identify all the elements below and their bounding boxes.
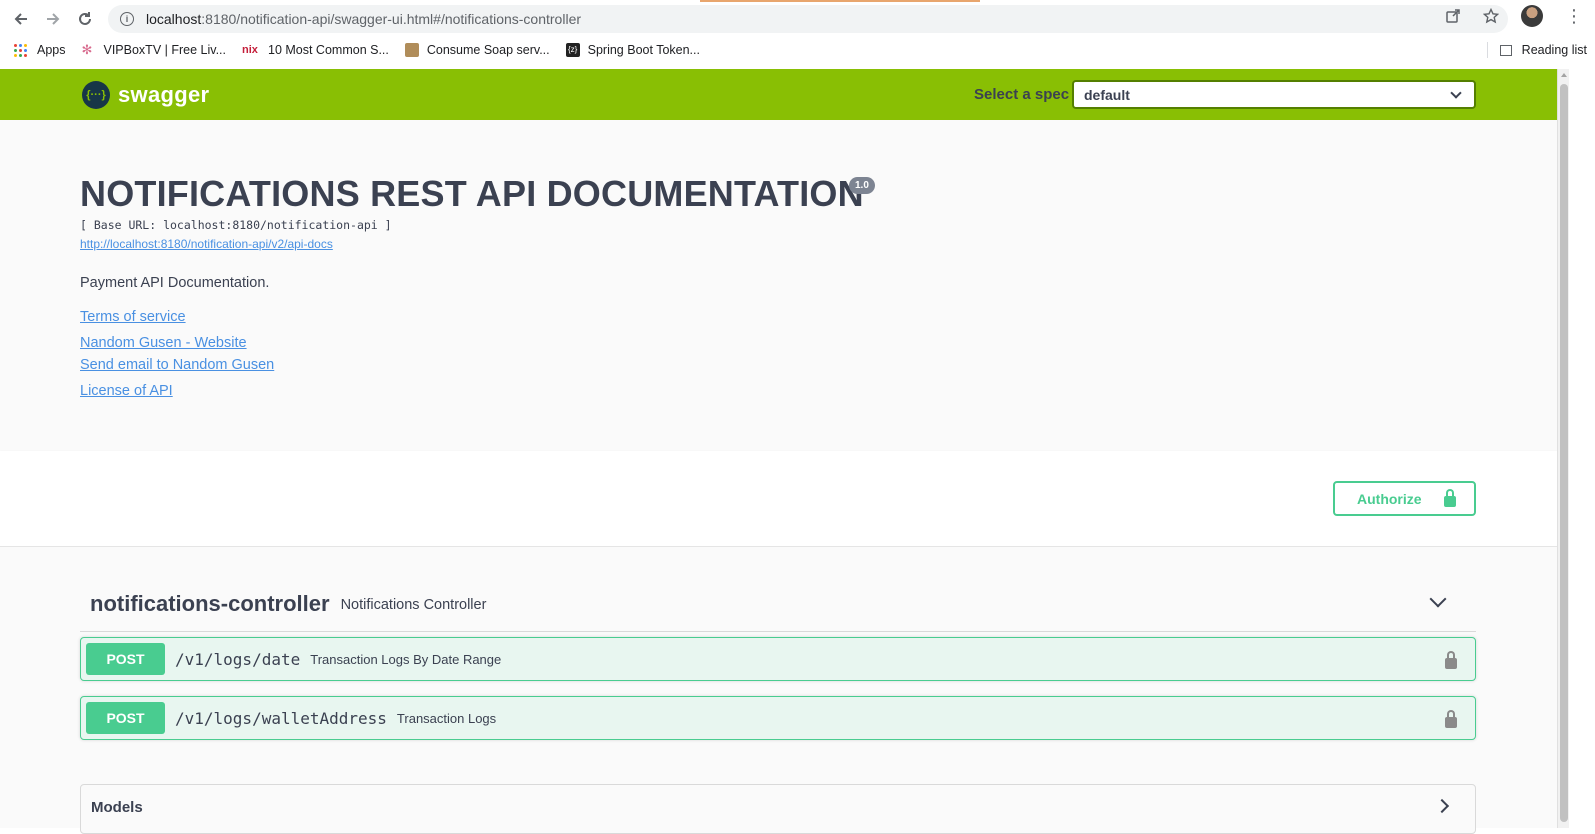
bookmark-label: Consume Soap serv... [426,43,550,57]
scroll-thumb[interactable] [1560,84,1568,822]
vipbox-icon: ✻ [81,42,93,57]
reload-button[interactable] [70,6,100,32]
share-icon[interactable] [1445,8,1461,24]
authorize-label: Authorize [1357,490,1422,507]
bookmark-label: VIPBoxTV | Free Liv... [103,43,227,57]
lock-icon [1443,488,1456,507]
chevron-down-icon [1450,87,1462,99]
apps-grid-icon [14,43,27,57]
operation-path: /v1/logs/date [175,649,301,669]
site-info-icon[interactable]: i [120,12,134,26]
back-arrow-icon [14,13,27,25]
page-scrollbar[interactable] [1557,69,1569,828]
bookmark-nix[interactable]: nix 10 Most Common S... [242,43,389,57]
version-badge: 1.0 [849,177,875,194]
tag-name: notifications-controller [90,591,330,616]
spec-select[interactable]: default [1072,80,1476,109]
toolbar-right: ⋮ [1445,5,1583,27]
operation-summary: Transaction Logs By Date Range [310,651,502,667]
lock-icon[interactable] [1445,651,1457,669]
swagger-logo-text: swagger [118,82,210,107]
website-link[interactable]: Nandom Gusen - Website [80,335,247,351]
terms-of-service-link[interactable]: Terms of service [80,309,186,325]
reload-icon [79,12,91,25]
forward-arrow-icon [47,13,60,25]
operation-post-logs-walletaddress[interactable]: POST /v1/logs/walletAddress Transaction … [80,696,1476,740]
star-bookmark-icon[interactable] [1483,8,1499,24]
tag-section-header[interactable]: notifications-controller Notifications C… [80,577,1476,632]
swagger-logo-icon: {···} [82,81,110,109]
tag-description: Notifications Controller [340,597,487,613]
reading-list-button[interactable]: Reading list [1486,42,1587,58]
address-bar[interactable]: i localhost:8180/notification-api/swagge… [108,5,1508,33]
operations-section: notifications-controller Notifications C… [0,547,1560,834]
operation-path: /v1/logs/walletAddress [175,708,387,728]
scroll-up-arrow-icon[interactable] [1561,73,1567,77]
url-path: :8180/notification-api/swagger-ui.html#/… [201,11,582,27]
bookmark-label: 10 Most Common S... [268,43,389,57]
swagger-topbar: {···} swagger Select a spec default [0,69,1560,120]
operation-summary: Transaction Logs [396,710,497,726]
window-edge [1569,69,1595,828]
chevron-down-icon[interactable] [1429,590,1447,608]
reading-list-icon [1499,44,1512,56]
lock-icon[interactable] [1445,710,1457,728]
swagger-logo[interactable]: {···} swagger [82,81,209,109]
bookmark-spring[interactable]: {z} Spring Boot Token... [565,43,700,57]
chevron-right-icon [1434,798,1450,814]
browser-chrome: i localhost:8180/notification-api/swagge… [0,0,1595,70]
spring-page-icon: {z} [565,43,580,57]
back-button[interactable] [6,6,36,32]
operation-post-logs-date[interactable]: POST /v1/logs/date Transaction Logs By D… [80,637,1476,681]
method-badge: POST [86,643,165,675]
api-info-section: NOTIFICATIONS REST API DOCUMENTATION 1.0… [0,120,1560,451]
models-title: Models [91,799,143,816]
bookmark-apps[interactable]: Apps [14,43,66,57]
api-docs-link[interactable]: http://localhost:8180/notification-api/v… [80,237,333,251]
bookmark-label: Apps [37,43,66,57]
scheme-container: Authorize [0,451,1560,547]
reading-list-label: Reading list [1521,43,1587,57]
nix-icon: nix [242,44,258,56]
divider [1486,42,1488,58]
page-title: NOTIFICATIONS REST API DOCUMENTATION [80,173,864,214]
profile-avatar[interactable] [1521,5,1543,27]
base-url: [ Base URL: localhost:8180/notification-… [80,218,392,232]
api-description: Payment API Documentation. [80,275,270,291]
email-link[interactable]: Send email to Nandom Gusen [80,357,274,373]
url-host: localhost [146,11,202,27]
method-badge: POST [86,702,165,734]
more-menu-icon[interactable]: ⋮ [1565,6,1583,27]
authorize-button[interactable]: Authorize [1333,481,1476,516]
spec-select-value: default [1084,86,1130,103]
bookmark-vipbox[interactable]: ✻ VIPBoxTV | Free Liv... [81,42,227,58]
forward-button[interactable] [38,6,68,32]
tab-strip-edge [0,0,1595,2]
bookmarks-bar: Apps ✻ VIPBoxTV | Free Liv... nix 10 Mos… [0,38,1595,62]
bookmark-soap[interactable]: Consume Soap serv... [404,43,550,57]
license-link[interactable]: License of API [80,383,173,399]
models-section[interactable]: Models [80,784,1476,834]
soap-page-icon [404,43,419,57]
bookmark-label: Spring Boot Token... [587,43,700,57]
select-spec-label: Select a spec [974,86,1070,103]
